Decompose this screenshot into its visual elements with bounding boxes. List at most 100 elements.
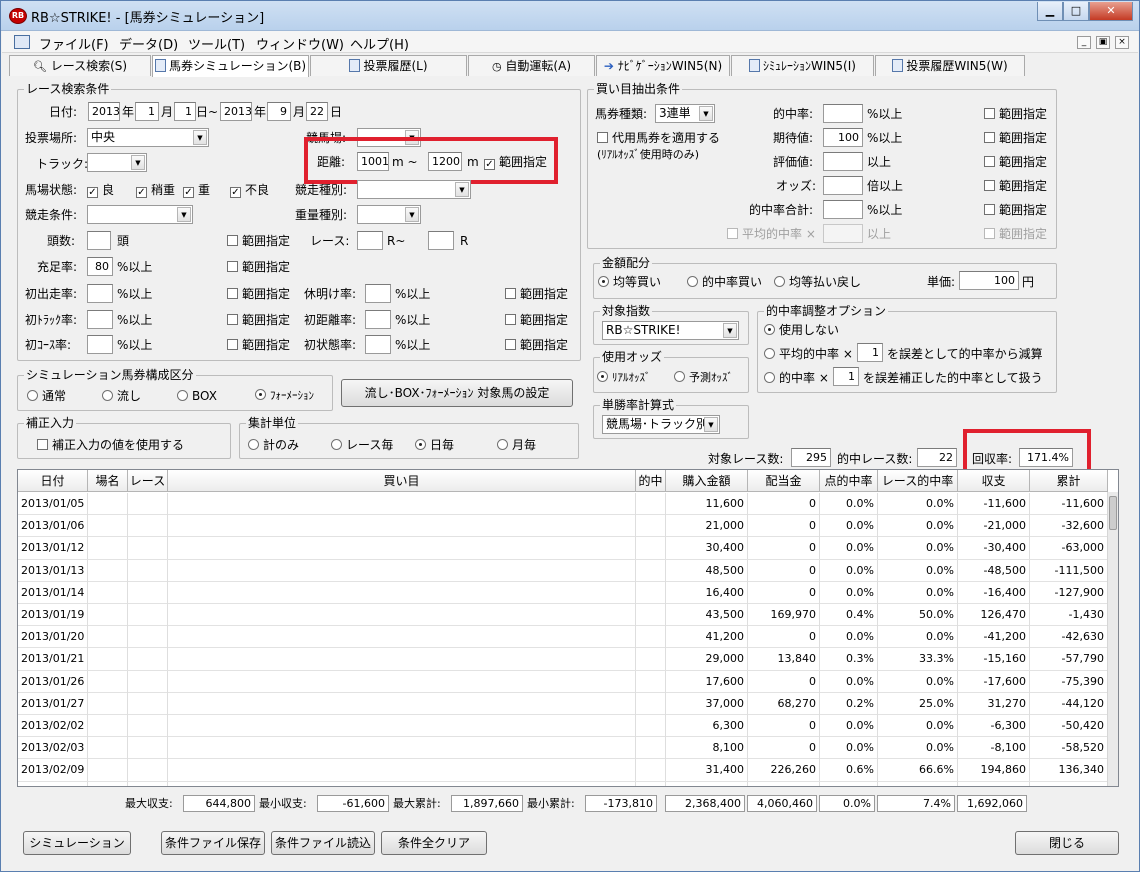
rest-rate-input[interactable] — [365, 284, 391, 303]
table-row[interactable]: 2013/01/06 21,000 0 0.0% 0.0% -21,000 -32,600 — [18, 515, 1108, 538]
col-point-hit[interactable]: 点的中率 — [820, 470, 878, 492]
race-condition-select[interactable]: ▼ — [87, 205, 193, 224]
cond-heavy-checkbox[interactable]: ✓ 重 — [183, 183, 210, 198]
table-scrollbar[interactable] — [1107, 492, 1118, 786]
ticket-type-select[interactable]: 3連単 ▼ — [655, 104, 715, 123]
table-row[interactable]: 2013/01/26 17,600 0 0.0% 0.0% -17,600 -75,390 — [18, 670, 1108, 693]
tab-vote-history[interactable]: 投票履歴(L) — [310, 55, 467, 76]
first-track-input[interactable] — [87, 310, 113, 329]
col-venue[interactable]: 場名 — [88, 470, 128, 492]
adjust-correct-input[interactable]: 1 — [833, 367, 859, 386]
table-row[interactable]: 2013/01/05 11,600 0 0.0% 0.0% -11,600 -11,600 — [18, 493, 1108, 516]
fill-range-checkbox[interactable]: 範囲指定 — [227, 260, 290, 274]
table-row[interactable]: 2013/02/1041,70000.0%0.0%-41,70094,640 — [18, 781, 1108, 786]
race-from-input[interactable] — [357, 231, 383, 250]
avg-hit-range-checkbox[interactable]: 範囲指定 — [984, 227, 1047, 241]
rest-range-checkbox[interactable]: 範囲指定 — [505, 287, 568, 301]
col-income[interactable]: 収支 — [958, 470, 1030, 492]
col-purchase[interactable]: 購入金額 — [666, 470, 748, 492]
first-course-input[interactable] — [87, 335, 113, 354]
set-target-horses-button[interactable]: 流し･BOX･ﾌｫｰﾒｰｼｮﾝ 対象馬の設定 — [341, 379, 573, 407]
avg-hit-input[interactable] — [823, 224, 863, 243]
heads-input[interactable] — [87, 231, 111, 250]
weight-type-select[interactable]: ▼ — [357, 205, 421, 224]
adjust-correct-radio[interactable]: 的中率 × — [764, 371, 829, 385]
target-index-select[interactable]: RB☆STRIKE! ▼ — [602, 321, 739, 340]
clear-conditions-button[interactable]: 条件全クリア — [381, 831, 487, 855]
cond-good-checkbox[interactable]: ✓ 良 — [87, 183, 114, 198]
col-race[interactable]: レース — [128, 470, 168, 492]
table-row[interactable]: 2013/01/12 30,400 0 0.0% 0.0% -30,400 -63,000 — [18, 537, 1108, 560]
sim-normal-radio[interactable]: 通常 — [27, 389, 66, 403]
scrollbar-thumb[interactable] — [1109, 496, 1117, 530]
table-row[interactable]: 2013/01/21 29,000 13,840 0.3% 33.3% -15,160 -5… — [18, 648, 1108, 671]
hit-rate-input[interactable] — [823, 104, 863, 123]
document-icon[interactable] — [14, 35, 30, 49]
first-state-range-checkbox[interactable]: 範囲指定 — [505, 338, 568, 352]
cond-slightly-heavy-checkbox[interactable]: ✓ 稍重 — [136, 183, 175, 198]
hit-sum-range-checkbox[interactable]: 範囲指定 — [984, 203, 1047, 217]
first-run-input[interactable] — [87, 284, 113, 303]
agg-day-radio[interactable]: 日毎 — [415, 438, 454, 452]
predicted-odds-radio[interactable]: 予測ｵｯｽﾞ — [674, 371, 733, 385]
col-race-hit[interactable]: レース的中率 — [878, 470, 958, 492]
fill-rate-input[interactable]: 80 — [87, 257, 113, 276]
from-year-input[interactable]: 2013 — [88, 102, 120, 121]
simulate-button[interactable]: シミュレーション — [23, 831, 131, 855]
tab-vote-history-win5[interactable]: 投票履歴WIN5(W) — [875, 55, 1025, 76]
mdi-close-icon[interactable]: × — [1115, 36, 1129, 49]
agg-race-radio[interactable]: レース毎 — [331, 438, 393, 452]
real-odds-radio[interactable]: ﾘｱﾙｵｯｽﾞ — [597, 371, 651, 385]
table-row[interactable]: 2013/01/20 41,200 0 0.0% 0.0% -41,200 -42,630 — [18, 626, 1108, 649]
save-conditions-button[interactable]: 条件ファイル保存 — [161, 831, 265, 855]
mdi-restore-icon[interactable]: ▣ — [1096, 36, 1110, 49]
close-window-button[interactable]: ✕ — [1089, 2, 1133, 21]
unit-price-input[interactable]: 100 — [959, 271, 1019, 290]
menu-tools[interactable]: ツール(T) — [188, 34, 245, 53]
sim-box-radio[interactable]: BOX — [177, 389, 217, 403]
cond-bad-checkbox[interactable]: ✓ 不良 — [230, 183, 269, 198]
first-course-range-checkbox[interactable]: 範囲指定 — [227, 338, 290, 352]
menu-window[interactable]: ウィンドウ(W) — [256, 34, 344, 53]
agg-month-radio[interactable]: 月毎 — [497, 438, 536, 452]
tab-ticket-simulation[interactable]: 馬券シミュレーション(B) — [152, 55, 309, 77]
adjust-none-radio[interactable]: 使用しない — [764, 323, 839, 337]
evaluation-range-checkbox[interactable]: 範囲指定 — [984, 155, 1047, 169]
to-day-input[interactable]: 22 — [306, 102, 328, 121]
col-cumulative[interactable]: 累計 — [1030, 470, 1108, 492]
equal-payout-radio[interactable]: 均等払い戻し — [774, 275, 861, 289]
sim-formation-radio[interactable]: ﾌｫｰﾒｰｼｮﾝ — [255, 389, 314, 403]
adjust-subtract-input[interactable]: 1 — [857, 343, 883, 362]
race-to-input[interactable] — [428, 231, 454, 250]
table-row[interactable]: 2013/01/27 37,000 68,270 0.2% 25.0% 31,270 -44… — [18, 692, 1108, 715]
menu-help[interactable]: ヘルプ(H) — [350, 34, 409, 53]
tab-auto-run[interactable]: ◷ 自動運転(A) — [468, 55, 595, 76]
agg-total-radio[interactable]: 計のみ — [248, 438, 299, 452]
table-row[interactable]: 2013/02/02 6,300 0 0.0% 0.0% -6,300 -50,420 — [18, 715, 1108, 738]
to-month-input[interactable]: 9 — [267, 102, 291, 121]
expected-value-input[interactable]: 100 — [823, 128, 863, 147]
equal-buy-radio[interactable]: 均等買い — [598, 275, 661, 289]
col-payout[interactable]: 配当金 — [748, 470, 820, 492]
tab-race-search[interactable]: 🔍︎ レース検索(S) — [9, 55, 151, 76]
first-distance-input[interactable] — [365, 310, 391, 329]
first-state-input[interactable] — [365, 335, 391, 354]
table-row[interactable]: 2013/01/13 48,500 0 0.0% 0.0% -48,500 -111,500 — [18, 559, 1108, 582]
venue-select[interactable]: 中央 ▼ — [87, 128, 209, 147]
tab-simulation-win5[interactable]: ｼﾐｭﾚｰｼｮﾝWIN5(I) — [731, 55, 874, 76]
menu-file[interactable]: ファイル(F) — [39, 34, 109, 53]
first-track-range-checkbox[interactable]: 範囲指定 — [227, 313, 290, 327]
first-run-range-checkbox[interactable]: 範囲指定 — [227, 287, 290, 301]
win-rate-formula-select[interactable]: 競馬場･トラック別 ▼ — [602, 415, 720, 434]
tab-navigation-win5[interactable]: ➔ ﾅﾋﾞｹﾞｰｼｮﾝWIN5(N) — [596, 55, 730, 76]
sim-nagashi-radio[interactable]: 流し — [102, 389, 141, 403]
to-year-input[interactable]: 2013 — [220, 102, 252, 121]
col-bets[interactable]: 買い目 — [168, 470, 636, 492]
avg-hit-checkbox[interactable]: 平均的中率 × — [727, 227, 816, 241]
adjust-subtract-radio[interactable]: 平均的中率 × — [764, 347, 853, 361]
table-row[interactable]: 2013/01/14 16,400 0 0.0% 0.0% -16,400 -127,900 — [18, 581, 1108, 604]
odds-input[interactable] — [823, 176, 863, 195]
heads-range-checkbox[interactable]: 範囲指定 — [227, 234, 290, 248]
from-day-input[interactable]: 1 — [174, 102, 196, 121]
from-month-input[interactable]: 1 — [135, 102, 159, 121]
